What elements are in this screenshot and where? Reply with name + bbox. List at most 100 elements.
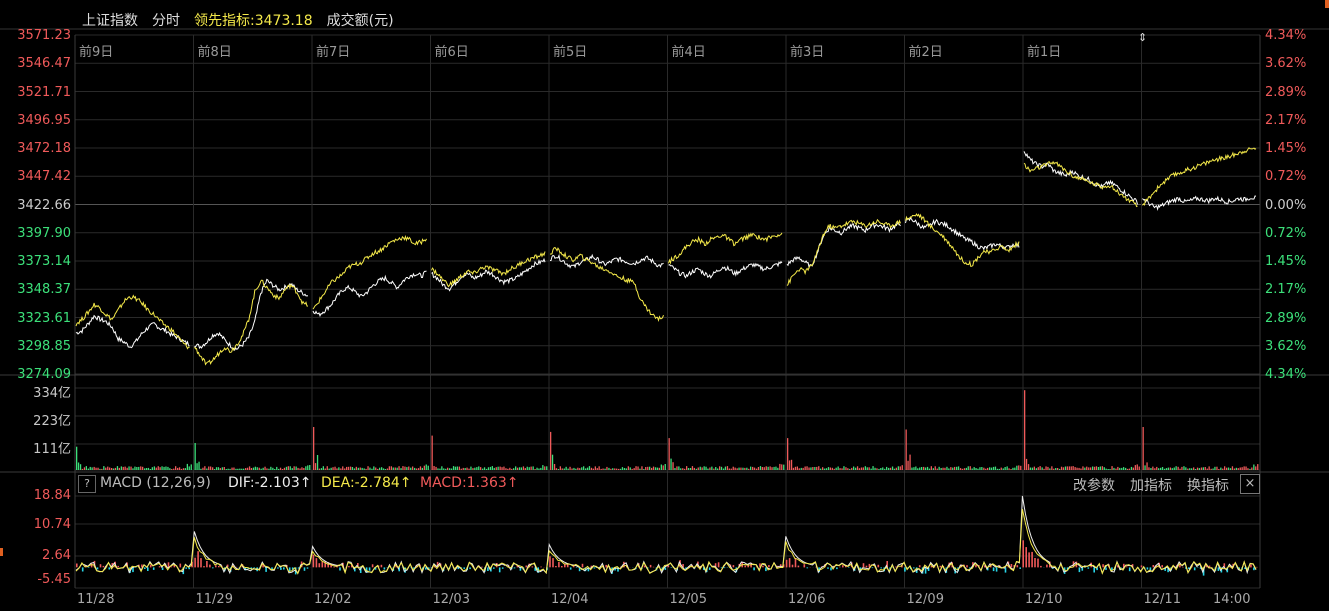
macd-indicator-name[interactable]: MACD (12,26,9) (100, 475, 211, 491)
volume-bar (109, 467, 111, 470)
macd-histogram-bar (880, 567, 882, 569)
volume-bar (357, 467, 359, 470)
macd-histogram-bar (871, 567, 874, 569)
macd-histogram-bar (1152, 565, 1155, 568)
close-icon[interactable]: × (1240, 474, 1260, 494)
macd-histogram-bar (806, 567, 809, 569)
volume-bar (1082, 466, 1084, 470)
volume-bar (1033, 466, 1035, 470)
percent-tick-label: 4.34% (1265, 367, 1307, 382)
add-indicator-button[interactable]: 加指标 (1130, 475, 1172, 495)
volume-bar (229, 468, 231, 470)
volume-bar (91, 467, 93, 470)
volume-bar (950, 467, 952, 470)
volume-bar (606, 466, 608, 470)
volume-bar (375, 467, 377, 470)
macd-histogram-bar (333, 566, 335, 568)
volume-bar (989, 467, 991, 470)
volume-bar (136, 467, 138, 470)
volume-bar (680, 468, 682, 470)
switch-indicator-button[interactable]: 换指标 (1187, 475, 1229, 495)
macd-histogram-bar (218, 566, 220, 568)
volume-bar (270, 466, 272, 470)
volume-bar (151, 467, 153, 470)
volume-bar (476, 467, 478, 470)
volume-bar (874, 467, 876, 470)
volume-bar (287, 466, 289, 470)
volume-bar (800, 467, 802, 470)
volume-bar (639, 468, 641, 470)
volume-bar (777, 467, 779, 470)
volume-bar (559, 466, 561, 470)
volume-bar (497, 466, 499, 470)
macd-tick-label: 18.84 (33, 488, 71, 503)
volume-bar (1090, 467, 1092, 470)
volume-bar (85, 466, 87, 470)
volume-bar (957, 466, 960, 470)
volume-bar (1179, 468, 1181, 470)
macd-histogram-bar (188, 567, 190, 570)
index-name[interactable]: 上证指数 (82, 10, 138, 30)
volume-bar (93, 466, 95, 470)
volume-bar (483, 467, 486, 470)
macd-histogram-bar (76, 563, 78, 568)
volume-bar (654, 467, 657, 470)
volume-bar (886, 466, 888, 470)
volume-bar (373, 466, 375, 470)
volume-bar (1198, 468, 1201, 470)
macd-histogram-bar (152, 567, 155, 570)
macd-histogram-bar (1093, 567, 1095, 573)
volume-bar (295, 466, 297, 470)
volume-bar (783, 464, 785, 470)
volume-bar (526, 466, 528, 470)
volume-bar (1047, 466, 1049, 470)
volume-bar (250, 468, 253, 470)
help-button[interactable]: ? (78, 475, 96, 493)
volume-bar (1088, 467, 1090, 470)
volume-bar (188, 466, 190, 470)
volume-bar (445, 468, 447, 470)
macd-histogram-bar (1078, 567, 1081, 573)
volume-bar (608, 467, 610, 470)
volume-bar (831, 467, 833, 470)
edit-params-button[interactable]: 改参数 (1073, 475, 1115, 495)
macd-histogram-bar (827, 567, 829, 569)
volume-bar (895, 467, 897, 470)
volume-bar (668, 438, 670, 470)
volume-bar (1154, 468, 1156, 470)
day-label: 前4日 (671, 45, 706, 60)
volume-bar (246, 467, 249, 470)
volume-bar (1076, 467, 1078, 470)
volume-bar (845, 467, 847, 470)
volume-bar (349, 466, 352, 470)
volume-bar (1101, 466, 1103, 470)
volume-tick-label: 334亿 (33, 386, 71, 401)
volume-bar (254, 466, 256, 470)
volume-bar (604, 468, 606, 470)
volume-bar (823, 468, 826, 470)
volume-bar (435, 466, 437, 470)
volume-bar (1255, 466, 1257, 470)
date-label: 12/03 (432, 592, 470, 607)
mode-label[interactable]: 分时 (152, 10, 180, 30)
volume-bar (313, 427, 315, 470)
volume-bar (736, 468, 738, 470)
volume-bar (1224, 466, 1226, 470)
macd-histogram-bar (797, 565, 800, 568)
macd-histogram-bar (904, 567, 906, 572)
volume-bar (408, 466, 410, 470)
volume-bar (586, 467, 589, 470)
volume-bar (208, 466, 210, 470)
macd-histogram-bar (1146, 567, 1149, 570)
volume-bar (755, 468, 758, 470)
volume-bar (491, 466, 493, 470)
volume-bar (561, 468, 563, 470)
macd-histogram-bar (318, 563, 321, 568)
volume-bar (614, 468, 616, 470)
volume-bar (734, 467, 736, 470)
move-icon[interactable]: ⇕ (1138, 31, 1147, 44)
volume-bar (328, 468, 330, 470)
percent-tick-label: 0.00% (1265, 197, 1307, 213)
macd-histogram-bar (493, 567, 495, 569)
volume-bar (532, 466, 534, 470)
